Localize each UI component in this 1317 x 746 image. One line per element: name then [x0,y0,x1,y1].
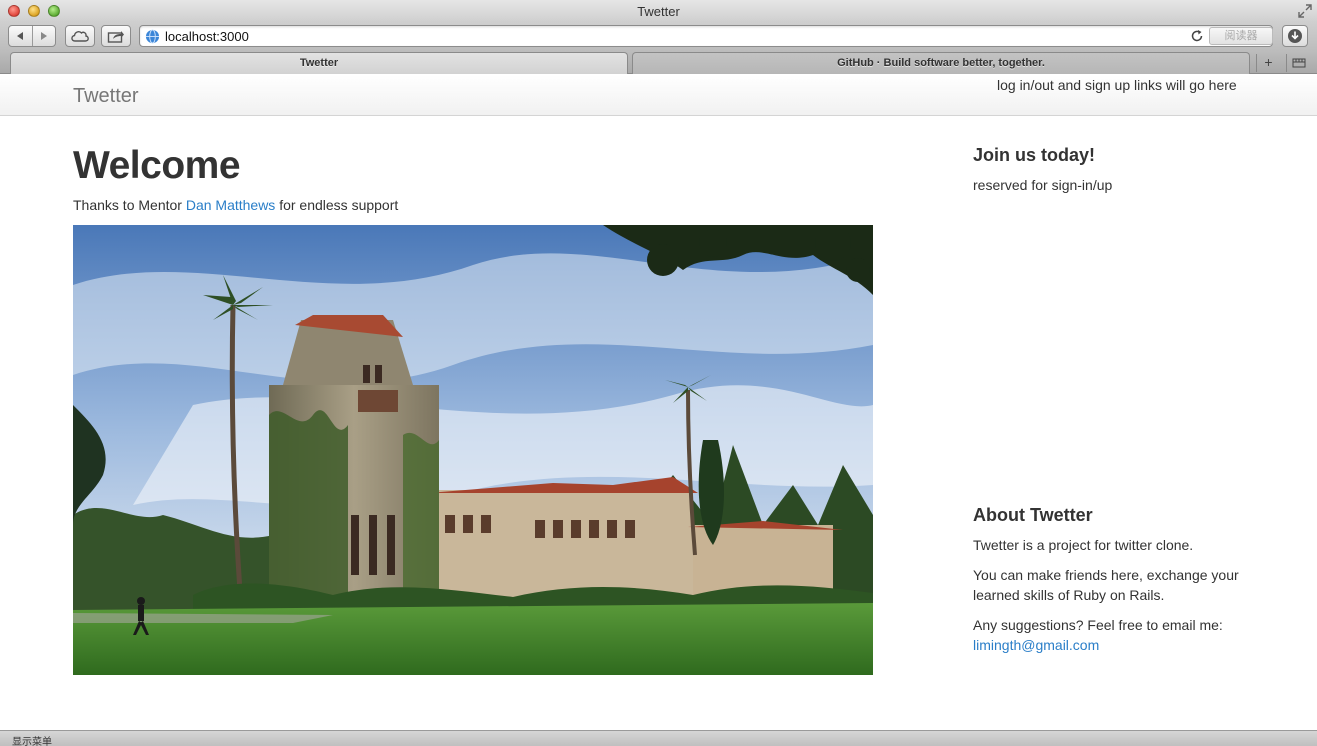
about-paragraph: Twetter is a project for twitter clone. [973,537,1194,553]
back-button[interactable] [9,26,32,46]
back-arrow-icon [17,32,24,40]
auth-links-placeholder: log in/out and sign up links will go her… [997,77,1237,93]
status-bar: 显示菜单 [0,730,1317,746]
tab-github[interactable]: GitHub · Build software better, together… [632,52,1250,74]
icloud-tabs-button[interactable] [65,25,95,47]
window-title: Twetter [637,4,680,19]
contact-text: Any suggestions? Feel free to email me: [973,617,1223,633]
signin-placeholder: reserved for sign-in/up [973,177,1113,193]
reload-icon[interactable] [1190,29,1204,43]
status-text[interactable]: 显示菜单 [12,733,52,746]
window-titlebar: Twetter [0,0,1317,22]
tab-bar: Twetter GitHub · Build software better, … [0,50,1317,74]
navigation-buttons [8,25,56,47]
share-button[interactable] [101,25,131,47]
downloads-button[interactable] [1282,25,1308,47]
url-text: localhost:3000 [165,29,249,44]
campus-photo [73,225,873,675]
about-heading: About Twetter [973,505,1093,525]
brand-link[interactable]: Twetter [73,85,139,108]
forward-button[interactable] [33,26,56,46]
page-title: Welcome [73,144,241,187]
browser-toolbar: localhost:3000 阅读器 [0,22,1317,50]
tab-overview-button[interactable] [1286,54,1310,72]
thanks-suffix: for endless support [275,197,399,213]
email-link[interactable]: limingth@gmail.com [973,637,1099,653]
fullscreen-icon[interactable] [1297,3,1313,19]
tab-twetter[interactable]: Twetter [10,52,628,74]
mentor-link[interactable]: Dan Matthews [186,197,275,213]
join-heading: Join us today! [973,145,1096,165]
about-paragraph: You can make friends here, exchange your… [973,567,1239,603]
contact-paragraph: Any suggestions? Feel free to email me: … [973,615,1243,655]
share-icon [107,31,124,43]
forward-arrow-icon [40,32,47,40]
site-navbar: Twetter log in/out and sign up links wil… [0,75,1317,116]
globe-icon [145,29,160,44]
reader-button[interactable]: 阅读器 [1209,27,1273,45]
thanks-line: Thanks to Mentor Dan Matthews for endles… [73,197,398,213]
address-bar[interactable]: localhost:3000 阅读器 [139,25,1273,47]
cloud-icon [71,31,89,42]
thanks-prefix: Thanks to Mentor [73,197,186,213]
new-tab-button[interactable]: + [1256,54,1280,72]
download-icon [1288,29,1302,43]
tab-list-icon [1292,58,1305,68]
